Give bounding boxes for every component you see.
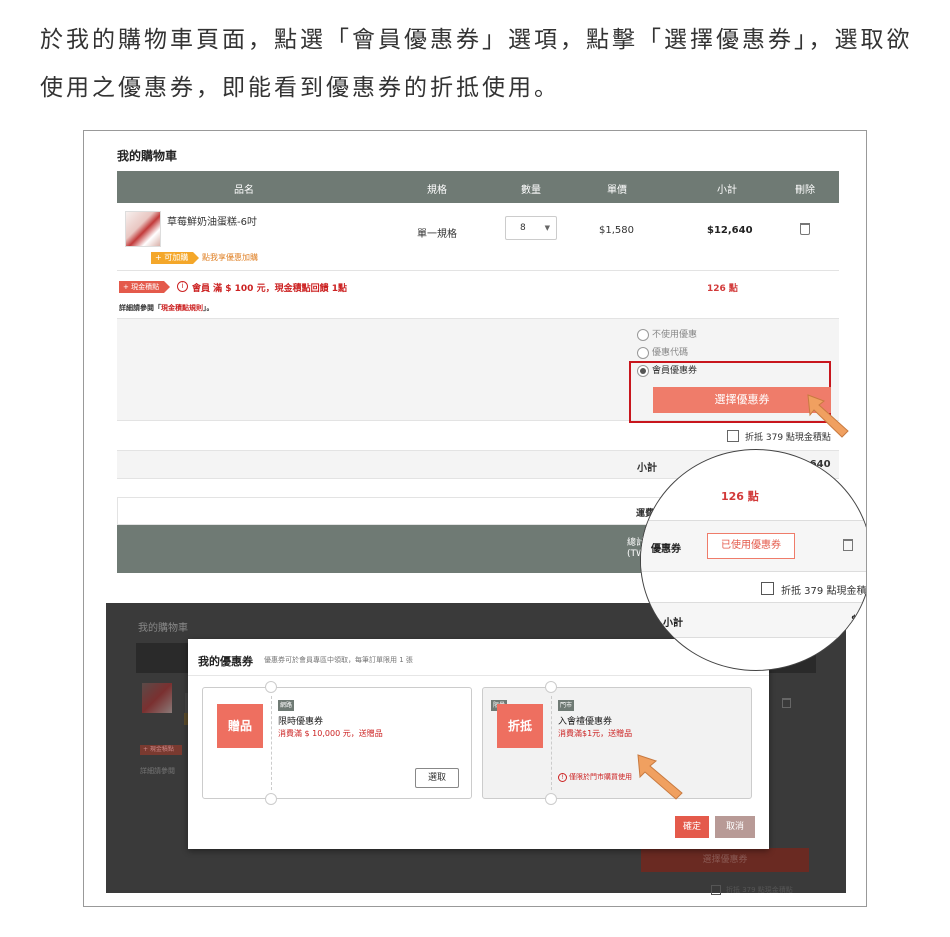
ticket-perforation — [271, 696, 272, 790]
lower-choose-button: 選擇優惠券 — [641, 848, 809, 872]
lower-thumbnail — [142, 683, 172, 713]
zoom-points-value: 126 點 — [721, 490, 759, 503]
zoom-subtotal-label: 小計 — [663, 618, 683, 629]
lower-points-tag-text: + 現金積點 — [143, 746, 174, 753]
product-row: 草莓鮮奶油蛋糕-6吋 + 可加購 點我享優惠加購 單一規格 8 ▼ $1,580… — [117, 203, 839, 271]
trash-icon[interactable] — [800, 223, 810, 235]
used-coupon-button[interactable]: 已使用優惠券 — [707, 533, 795, 559]
confirm-button[interactable]: 確定 — [675, 816, 709, 838]
header-price: 單價 — [607, 185, 627, 196]
coupon-modal: 我的優惠券 優惠券可於會員專區中領取，每筆訂單限用 1 張 贈品 網路 限時優惠… — [188, 639, 769, 849]
quantity-select[interactable]: 8 ▼ — [505, 216, 557, 240]
lower-deduct-label: 折抵 379 點現金積點 — [726, 886, 793, 894]
coupon-card[interactable]: 限量 折抵 門市 入會禮優惠券 消費滿$1元，送贈品 !僅限於門市購買使用 — [482, 681, 752, 805]
coupon-badge: 折抵 — [497, 704, 543, 748]
ticket-perforation — [551, 696, 552, 790]
magnifier-callout: 126 點 優惠券 已使用優惠券 折抵 379 點現金積點 小計 $1 — [640, 449, 867, 671]
lower-trash-icon — [782, 698, 791, 708]
coupon-chip: 門市 — [558, 700, 575, 711]
ticket-notch — [265, 681, 277, 693]
header-name: 品名 — [234, 185, 254, 196]
coupon-condition: 消費滿 $ 10,000 元，送贈品 — [278, 729, 383, 738]
instruction-text: 於我的購物車頁面，點選「會員優惠券」選項，點擊「選擇優惠券」，選取欲使用之優惠券… — [40, 27, 913, 101]
chevron-down-icon: ▼ — [544, 224, 550, 232]
points-rule-note: 詳細請參閱「現金積點規則」。 — [119, 303, 214, 313]
product-name[interactable]: 草莓鮮奶油蛋糕-6吋 — [167, 213, 257, 228]
coupon-chip: 網路 — [278, 700, 295, 711]
ticket-notch — [265, 793, 277, 805]
lower-cart-title: 我的購物車 — [138, 623, 188, 634]
modal-subtitle: 優惠券可於會員專區中領取，每筆訂單限用 1 張 — [264, 656, 413, 664]
radio-coupon-code[interactable]: 優惠代碼 — [637, 347, 688, 359]
points-value: 126 點 — [707, 284, 738, 294]
coupon-warning-text: 僅限於門市購買使用 — [569, 773, 632, 781]
addon-tag: + 可加購 — [151, 252, 200, 264]
coupon-card[interactable]: 贈品 網路 限時優惠券 消費滿 $ 10,000 元，送贈品 選取 — [202, 681, 472, 805]
points-rule-link[interactable]: 現金積點規則 — [161, 304, 203, 312]
cash-points-tag: + 現金積點 — [119, 281, 171, 293]
lower-checkbox — [711, 885, 721, 895]
radio-no-discount[interactable]: 不使用優惠 — [637, 329, 697, 341]
header-subtotal: 小計 — [717, 185, 737, 196]
coupon-name: 入會禮優惠券 — [558, 717, 613, 727]
coupon-name: 限時優惠券 — [278, 717, 324, 727]
lower-points-tag: + 現金積點 — [140, 745, 182, 755]
cart-table-header: 品名 規格 數量 單價 小計 刪除 — [117, 171, 839, 203]
zoom-deduct-checkbox[interactable] — [761, 582, 774, 595]
zoom-divider — [641, 637, 866, 638]
item-subtotal: $12,640 — [707, 225, 753, 236]
cart-title: 我的購物車 — [117, 149, 178, 163]
coupon-condition: 消費滿$1元，送贈品 — [558, 729, 633, 738]
cancel-button[interactable]: 取消 — [715, 816, 755, 838]
quantity-value: 8 — [520, 223, 526, 233]
info-icon: ! — [558, 773, 567, 782]
product-spec: 單一規格 — [417, 229, 457, 240]
ticket-notch — [545, 793, 557, 805]
zoom-divider — [641, 571, 866, 572]
coupon-badge: 贈品 — [217, 704, 263, 748]
pointer-arrow-icon — [807, 394, 849, 438]
zoom-coupon-label: 優惠券 — [651, 544, 681, 555]
rule-suffix: 」。 — [203, 304, 214, 312]
lower-rule-text: 詳細請參閱 — [140, 767, 175, 775]
zoom-deduct-label: 折抵 379 點現金積點 — [781, 586, 867, 597]
zoom-subtotal-value: $1 — [851, 614, 865, 625]
header-spec: 規格 — [427, 185, 447, 196]
header-qty: 數量 — [521, 185, 541, 196]
modal-divider — [188, 675, 769, 676]
points-rule-text: 會員 滿 $ 100 元，現金積點回饋 1點 — [192, 284, 347, 294]
points-row: + 現金積點 i 會員 滿 $ 100 元，現金積點回饋 1點 詳細請參閱「現金… — [117, 271, 839, 319]
screenshot-frame: 我的購物車 品名 規格 數量 單價 小計 刪除 草莓鮮奶油蛋糕-6吋 + 可加購… — [83, 130, 867, 907]
rule-prefix: 詳細請參閱「 — [119, 304, 161, 312]
select-coupon-button[interactable]: 選取 — [415, 768, 459, 788]
choose-coupon-button[interactable]: 選擇優惠券 — [653, 387, 831, 413]
deduct-row: 折抵 379 點現金積點 — [117, 421, 839, 451]
subtotal-label: 小計 — [637, 463, 657, 474]
pointer-arrow-icon — [637, 754, 683, 800]
coupon-warning: ! 僅限於門市購買使用 — [558, 772, 632, 782]
unit-price: $1,580 — [599, 225, 634, 236]
ticket-notch — [545, 681, 557, 693]
info-icon: i — [177, 281, 188, 292]
product-thumbnail[interactable] — [125, 211, 161, 247]
deduct-checkbox[interactable] — [727, 430, 739, 442]
zoom-trash-icon[interactable] — [843, 539, 853, 551]
addon-link[interactable]: 點我享優惠加購 — [202, 252, 258, 264]
header-delete: 刪除 — [795, 185, 815, 196]
modal-title: 我的優惠券 — [198, 655, 253, 668]
